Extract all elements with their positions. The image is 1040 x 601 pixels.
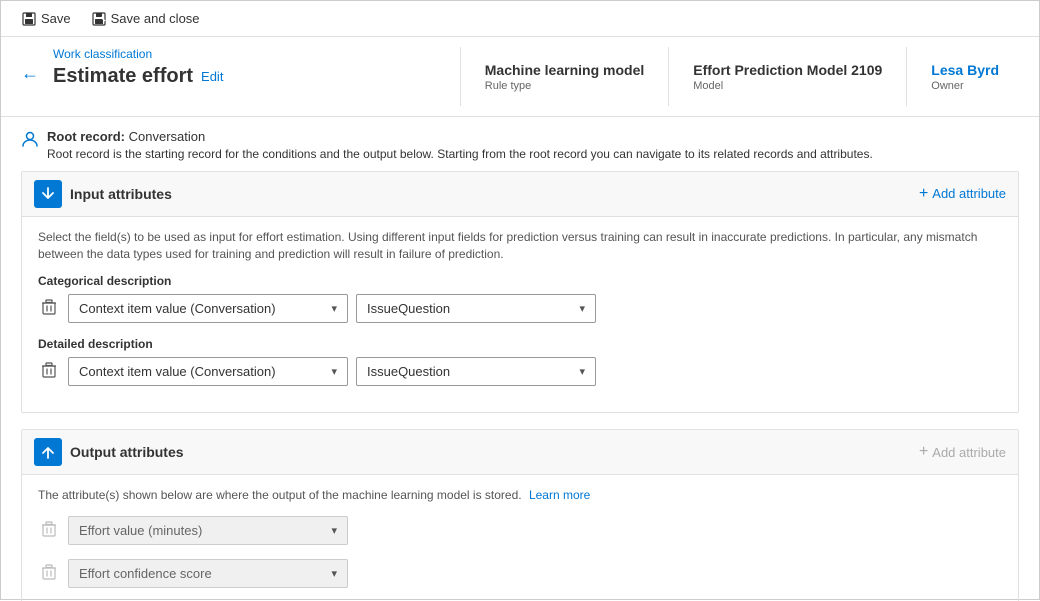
header-meta: Machine learning model Rule type Effort … <box>460 47 1023 106</box>
back-button[interactable]: ← <box>17 61 43 86</box>
input-section-title: Input attributes <box>70 186 172 202</box>
categorical-field2-select[interactable]: IssueQuestion ▾ <box>356 294 596 323</box>
categorical-field1-select[interactable]: Context item value (Conversation) ▾ <box>68 294 348 323</box>
input-attributes-section: Input attributes + Add attribute Select … <box>21 171 1019 414</box>
save-close-label: Save and close <box>111 11 200 26</box>
save-icon <box>21 11 37 27</box>
effort-value-row: Effort value (minutes) ▾ <box>38 516 1002 545</box>
breadcrumb-link[interactable]: Work classification <box>53 47 223 61</box>
root-record-section: Root record: Conversation Root record is… <box>21 129 1019 163</box>
save-close-icon <box>91 11 107 27</box>
output-section-desc: The attribute(s) shown below are where t… <box>38 487 1002 504</box>
effort-confidence-text: Effort confidence score <box>79 566 212 581</box>
effort-value-text: Effort value (minutes) <box>79 523 202 538</box>
output-section-body: The attribute(s) shown below are where t… <box>22 475 1018 601</box>
categorical-field1-value: Context item value (Conversation) <box>79 301 276 316</box>
root-record-icon <box>21 130 39 153</box>
owner-value: Lesa Byrd <box>931 62 999 78</box>
add-input-label: Add attribute <box>932 186 1006 201</box>
toolbar: Save Save and close <box>1 1 1039 37</box>
categorical-field1-chevron: ▾ <box>331 302 337 315</box>
output-attributes-section: Output attributes + Add attribute The at… <box>21 429 1019 601</box>
detailed-field2-chevron: ▾ <box>579 365 585 378</box>
output-section-title: Output attributes <box>70 444 184 460</box>
breadcrumb-title: Work classification Estimate effort Edit <box>53 47 223 88</box>
rule-type-label: Rule type <box>485 80 644 92</box>
effort-confidence-group: Effort confidence score ▾ <box>38 559 1002 588</box>
model-label: Model <box>693 80 882 92</box>
delete-categorical-button[interactable] <box>38 297 60 321</box>
root-record-desc: Root record is the starting record for t… <box>47 146 873 163</box>
owner-col: Lesa Byrd Owner <box>906 47 1023 106</box>
categorical-group: Categorical description Context item val… <box>38 274 1002 323</box>
categorical-row: Context item value (Conversation) ▾ Issu… <box>38 294 1002 323</box>
detailed-field1-chevron: ▾ <box>331 365 337 378</box>
input-attributes-header: Input attributes + Add attribute <box>22 172 1018 217</box>
categorical-field2-chevron: ▾ <box>579 302 585 315</box>
model-col: Effort Prediction Model 2109 Model <box>668 47 906 106</box>
categorical-label: Categorical description <box>38 274 1002 288</box>
output-attributes-header: Output attributes + Add attribute <box>22 430 1018 475</box>
effort-value-chevron: ▾ <box>331 524 337 537</box>
delete-detailed-button[interactable] <box>38 360 60 384</box>
detailed-group: Detailed description Context item value … <box>38 337 1002 386</box>
input-section-desc: Select the field(s) to be used as input … <box>38 229 1002 263</box>
detailed-label: Detailed description <box>38 337 1002 351</box>
add-input-icon: + <box>919 185 928 203</box>
root-record-label: Root record: <box>47 129 129 144</box>
effort-confidence-select: Effort confidence score ▾ <box>68 559 348 588</box>
header-left: ← Work classification Estimate effort Ed… <box>17 47 460 106</box>
rule-type-value: Machine learning model <box>485 62 644 78</box>
effort-value-group: Effort value (minutes) ▾ <box>38 516 1002 545</box>
effort-value-select: Effort value (minutes) ▾ <box>68 516 348 545</box>
input-section-icon <box>34 180 62 208</box>
main-content: Root record: Conversation Root record is… <box>1 117 1039 601</box>
save-close-button[interactable]: Save and close <box>83 7 208 31</box>
rule-type-col: Machine learning model Rule type <box>460 47 668 106</box>
detailed-field1-value: Context item value (Conversation) <box>79 364 276 379</box>
model-value: Effort Prediction Model 2109 <box>693 62 882 78</box>
output-section-header-left: Output attributes <box>34 438 184 466</box>
save-button[interactable]: Save <box>13 7 79 31</box>
add-output-label: Add attribute <box>932 445 1006 460</box>
root-record-entity: Conversation <box>129 129 206 144</box>
save-label: Save <box>41 11 71 26</box>
add-output-attribute-button: + Add attribute <box>919 443 1006 461</box>
effort-confidence-chevron: ▾ <box>331 567 337 580</box>
input-section-header-left: Input attributes <box>34 180 172 208</box>
delete-effort-confidence-button <box>38 562 60 586</box>
detailed-field1-select[interactable]: Context item value (Conversation) ▾ <box>68 357 348 386</box>
add-output-icon: + <box>919 443 928 461</box>
edit-link[interactable]: Edit <box>201 69 223 84</box>
detailed-row: Context item value (Conversation) ▾ Issu… <box>38 357 1002 386</box>
delete-effort-value-button <box>38 519 60 543</box>
effort-confidence-row: Effort confidence score ▾ <box>38 559 1002 588</box>
page-title-row: Estimate effort Edit <box>53 65 223 88</box>
learn-more-link[interactable]: Learn more <box>529 488 590 502</box>
add-input-attribute-button[interactable]: + Add attribute <box>919 185 1006 203</box>
output-section-icon <box>34 438 62 466</box>
input-section-body: Select the field(s) to be used as input … <box>22 217 1018 413</box>
detailed-field2-value: IssueQuestion <box>367 364 450 379</box>
detailed-field2-select[interactable]: IssueQuestion ▾ <box>356 357 596 386</box>
categorical-field2-value: IssueQuestion <box>367 301 450 316</box>
back-icon: ← <box>21 63 39 83</box>
page-header: ← Work classification Estimate effort Ed… <box>1 37 1039 117</box>
owner-label: Owner <box>931 80 999 92</box>
root-record-text: Root record: Conversation Root record is… <box>47 129 873 163</box>
page-title: Estimate effort <box>53 65 193 88</box>
